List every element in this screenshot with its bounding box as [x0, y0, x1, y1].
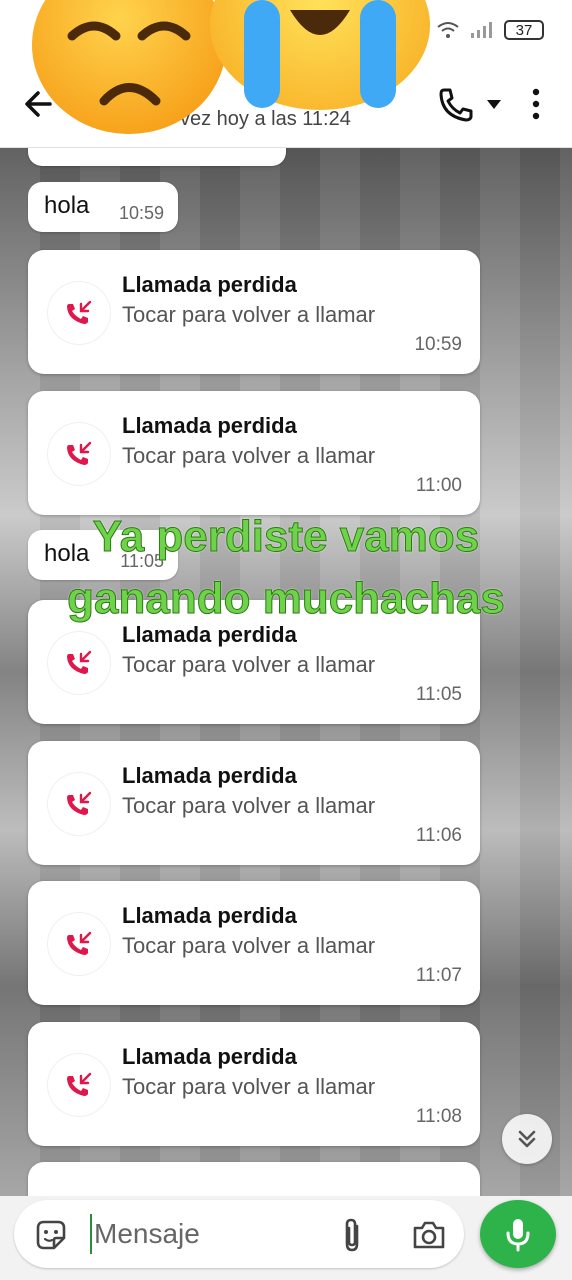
more-vert-icon[interactable] — [526, 86, 546, 122]
call-subtitle: Tocar para volver a llamar — [122, 933, 376, 958]
crying-face-emoji — [210, 0, 430, 110]
battery-level: 37 — [515, 21, 533, 39]
missed-call-card-partial[interactable] — [28, 1162, 480, 1196]
missed-call-icon — [48, 423, 110, 485]
status-bar: 37 — [436, 20, 544, 40]
missed-call-icon — [48, 773, 110, 835]
call-time: 11:06 — [415, 825, 462, 846]
message-time: 10:59 — [118, 203, 164, 223]
missed-call-icon — [48, 1054, 110, 1116]
wifi-icon — [437, 22, 459, 38]
call-time: 11:07 — [415, 965, 462, 986]
call-title: Llamada perdida — [122, 903, 297, 928]
signal-icon — [471, 22, 492, 38]
call-subtitle: Tocar para volver a llamar — [122, 302, 376, 327]
missed-call-card[interactable]: Llamada perdida Tocar para volver a llam… — [28, 881, 480, 1005]
call-title: Llamada perdida — [122, 763, 297, 788]
sad-face-emoji — [32, 0, 226, 134]
call-subtitle: Tocar para volver a llamar — [122, 443, 376, 468]
overlay-caption: Ya perdiste vamos ganando muchachas — [0, 506, 572, 629]
missed-call-card[interactable]: Llamada perdida Tocar para volver a llam… — [28, 1022, 480, 1146]
missed-call-icon — [48, 913, 110, 975]
missed-call-card[interactable]: Llamada perdida Tocar para volver a llam… — [28, 391, 480, 515]
call-subtitle: Tocar para volver a llamar — [122, 652, 376, 677]
chat-area[interactable]: hola 10:59 Llamada perdida Tocar para vo… — [0, 148, 572, 1196]
call-time: 10:59 — [414, 334, 462, 355]
caption-line-2: ganando muchachas — [67, 573, 506, 623]
call-time: 11:05 — [415, 684, 462, 705]
camera-icon[interactable] — [412, 1218, 446, 1252]
call-subtitle: Tocar para volver a llamar — [122, 1074, 376, 1099]
call-title: Llamada perdida — [122, 1044, 297, 1069]
missed-call-card[interactable]: Llamada perdida Tocar para volver a llam… — [28, 250, 480, 374]
message-text: hola — [44, 192, 90, 219]
call-title: Llamada perdida — [122, 272, 297, 297]
caret-down-icon[interactable] — [484, 96, 504, 112]
chevrons-down-icon — [518, 1130, 536, 1148]
scroll-to-bottom-button[interactable] — [502, 1114, 552, 1164]
call-subtitle: Tocar para volver a llamar — [122, 793, 376, 818]
call-title: Llamada perdida — [122, 413, 297, 438]
caption-line-1: Ya perdiste vamos — [92, 512, 480, 562]
battery-icon: 37 — [504, 20, 544, 40]
voice-message-button[interactable] — [480, 1200, 556, 1268]
sticker-icon[interactable] — [34, 1218, 68, 1252]
text-message[interactable]: hola 10:59 — [28, 182, 178, 232]
phone-icon[interactable] — [436, 86, 476, 122]
missed-call-card[interactable]: Llamada perdida Tocar para volver a llam… — [28, 741, 480, 865]
missed-call-icon — [48, 632, 110, 694]
missed-call-icon — [48, 282, 110, 344]
call-time: 11:08 — [415, 1106, 462, 1127]
paperclip-icon[interactable] — [338, 1216, 366, 1254]
mic-icon — [506, 1219, 530, 1252]
previous-bubble-edge — [28, 148, 286, 166]
call-time: 11:00 — [415, 475, 462, 496]
input-pill — [14, 1200, 464, 1268]
message-input[interactable] — [90, 1214, 330, 1254]
